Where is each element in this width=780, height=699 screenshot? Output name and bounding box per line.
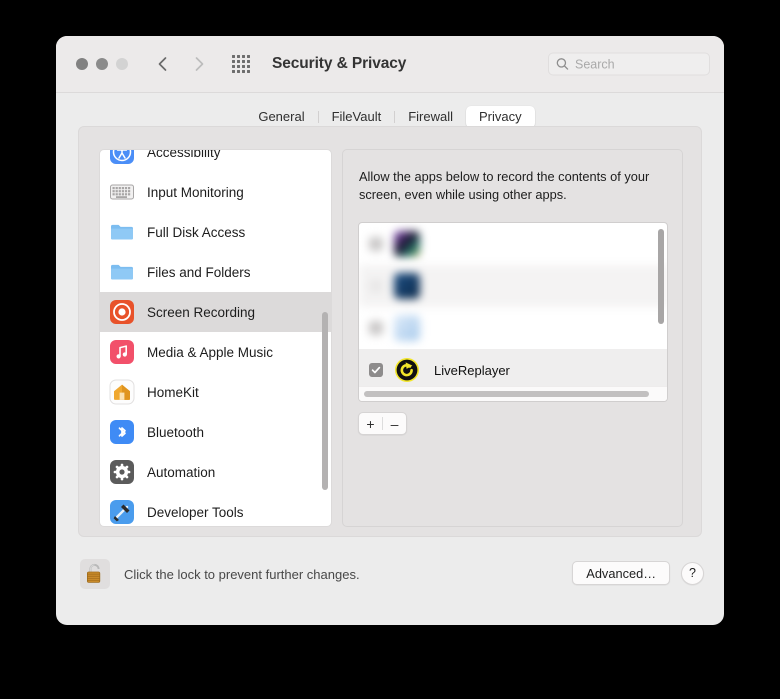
folder-icon [111, 224, 133, 240]
app-checkbox[interactable] [369, 321, 383, 335]
sidebar-item-label: Developer Tools [147, 504, 244, 520]
privacy-content-panel: Accessibility Input Monitoring Full Disk… [78, 126, 702, 537]
privacy-category-sidebar[interactable]: Accessibility Input Monitoring Full Disk… [99, 149, 332, 527]
add-app-button[interactable]: + [359, 413, 382, 434]
tab-filevault[interactable]: FileVault [319, 106, 395, 128]
sidebar-item-developer-tools[interactable]: Developer Tools [100, 492, 331, 526]
advanced-button[interactable]: Advanced… [572, 561, 670, 585]
window-titlebar: Security & Privacy Search [56, 36, 724, 93]
accessibility-icon [110, 150, 134, 164]
app-checkbox[interactable] [369, 237, 383, 251]
sidebar-item-full-disk-access[interactable]: Full Disk Access [100, 212, 331, 252]
forward-chevron-icon[interactable] [188, 53, 210, 75]
security-privacy-window: Security & Privacy Search General FileVa… [56, 36, 724, 625]
back-chevron-icon[interactable] [152, 53, 174, 75]
sidebar-scrollbar[interactable] [322, 312, 328, 490]
sidebar-item-files-and-folders[interactable]: Files and Folders [100, 252, 331, 292]
tab-general[interactable]: General [245, 106, 317, 128]
app-icon [394, 273, 420, 299]
page-title: Security & Privacy [272, 55, 407, 72]
zoom-button[interactable] [116, 58, 128, 70]
search-field[interactable]: Search [548, 52, 710, 76]
sidebar-item-automation[interactable]: Automation [100, 452, 331, 492]
screen-recording-detail-pane: Allow the apps below to record the conte… [342, 149, 683, 527]
app-list-horizontal-scrollbar[interactable] [359, 386, 667, 401]
sidebar-item-screen-recording[interactable]: Screen Recording [100, 292, 331, 332]
add-remove-segmented-control: + – [358, 412, 407, 435]
keyboard-icon [110, 184, 134, 200]
app-list-vertical-scrollbar[interactable] [658, 229, 664, 324]
music-note-icon [110, 340, 134, 364]
table-row[interactable] [359, 307, 667, 349]
sidebar-item-input-monitoring[interactable]: Input Monitoring [100, 172, 331, 212]
tab-privacy[interactable]: Privacy [466, 106, 535, 128]
help-button[interactable]: ? [681, 561, 704, 585]
sidebar-item-label: Input Monitoring [147, 184, 244, 200]
window-footer: Click the lock to prevent further change… [56, 537, 724, 625]
minimize-button[interactable] [96, 58, 108, 70]
sidebar-item-label: Files and Folders [147, 264, 251, 280]
sidebar-item-bluetooth[interactable]: Bluetooth [100, 412, 331, 452]
allowed-apps-list[interactable]: LiveReplayer [358, 222, 668, 402]
sidebar-item-homekit[interactable]: HomeKit [100, 372, 331, 412]
footer-buttons: Advanced… ? [572, 561, 704, 585]
livereplayer-icon [395, 358, 419, 382]
app-name: LiveReplayer [434, 362, 510, 378]
app-checkbox[interactable] [369, 363, 383, 377]
tab-firewall[interactable]: Firewall [395, 106, 466, 128]
sidebar-item-accessibility[interactable]: Accessibility [100, 149, 331, 172]
bluetooth-icon [110, 420, 134, 444]
lock-button[interactable] [80, 559, 110, 589]
sidebar-item-label: Media & Apple Music [147, 344, 274, 360]
traffic-lights [76, 58, 128, 70]
gear-icon [110, 460, 134, 484]
checkmark-icon [371, 366, 381, 374]
tab-bar: General FileVault Firewall Privacy [56, 106, 724, 128]
sidebar-item-label: Accessibility [147, 149, 221, 160]
table-row[interactable]: LiveReplayer [359, 349, 667, 391]
unlocked-padlock-icon [87, 563, 101, 583]
lock-row: Click the lock to prevent further change… [80, 559, 360, 589]
sidebar-item-label: Bluetooth [147, 424, 205, 440]
permission-description: Allow the apps below to record the conte… [359, 169, 650, 202]
scrollbar-thumb[interactable] [364, 391, 649, 397]
app-icon [394, 231, 420, 257]
developer-tools-icon [110, 500, 134, 524]
app-checkbox[interactable] [369, 279, 383, 293]
sidebar-item-label: HomeKit [147, 384, 199, 400]
sidebar-item-media-apple-music[interactable]: Media & Apple Music [100, 332, 331, 372]
app-icon [394, 315, 420, 341]
home-icon [109, 379, 135, 405]
search-placeholder: Search [575, 57, 615, 71]
nav-buttons [152, 53, 210, 75]
search-icon [556, 58, 569, 70]
close-button[interactable] [76, 58, 88, 70]
sidebar-item-label: Screen Recording [147, 304, 256, 320]
screen-recording-icon [110, 300, 134, 324]
remove-app-button[interactable]: – [383, 413, 406, 434]
show-all-grid-icon[interactable] [230, 53, 252, 75]
sidebar-item-label: Full Disk Access [147, 224, 246, 240]
folder-icon [111, 264, 133, 280]
table-row[interactable] [359, 223, 667, 265]
lock-status-text: Click the lock to prevent further change… [124, 566, 360, 582]
table-row[interactable] [359, 265, 667, 307]
sidebar-item-label: Automation [147, 464, 216, 480]
